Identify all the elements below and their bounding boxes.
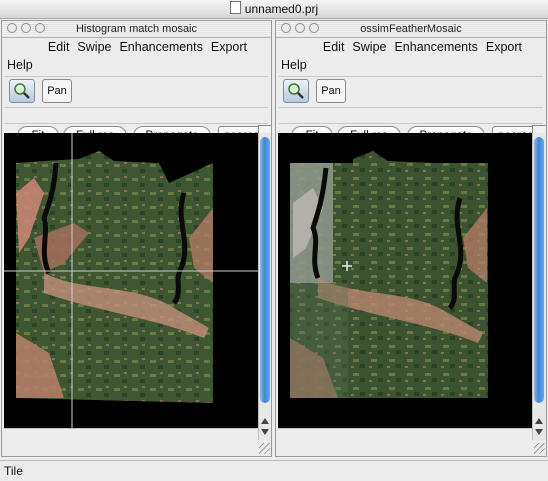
window-titlebar[interactable]: ossimFeatherMosaic: [276, 21, 546, 38]
status-bar: Tile: [0, 460, 548, 481]
scroll-thumb[interactable]: [534, 137, 544, 403]
mosaic-image: [4, 133, 258, 428]
menu-edit[interactable]: Edit: [48, 38, 70, 56]
pan-tool-button[interactable]: Pan: [42, 79, 72, 103]
vertical-scrollbar[interactable]: [258, 133, 271, 440]
zoom-window-button[interactable]: [309, 23, 319, 33]
status-text: Tile: [4, 464, 23, 478]
menu-help[interactable]: Help: [281, 57, 307, 73]
document-icon: [229, 1, 241, 14]
horizontal-scrollbar[interactable]: [278, 428, 532, 441]
window-ossim-feather-mosaic: ossimFeatherMosaic Edit Swipe Enhancemen…: [275, 20, 547, 457]
zoom-tool-button[interactable]: [283, 79, 309, 103]
resize-grip-icon[interactable]: [259, 443, 270, 454]
close-button[interactable]: [281, 23, 291, 33]
menu-export[interactable]: Export: [211, 38, 247, 56]
pan-tool-button[interactable]: Pan: [316, 79, 346, 103]
window-controls: [281, 23, 319, 33]
toolbar-tools: Pan: [5, 76, 268, 108]
zoom-window-button[interactable]: [35, 23, 45, 33]
window-controls: [7, 23, 45, 33]
app-title: unnamed0.prj: [244, 2, 319, 16]
scroll-up-icon[interactable]: [261, 418, 269, 424]
scroll-thumb[interactable]: [260, 137, 270, 403]
close-button[interactable]: [7, 23, 17, 33]
menu-help[interactable]: Help: [7, 57, 33, 73]
app-title-bar: unnamed0.prj: [0, 0, 548, 19]
scroll-up-icon[interactable]: [535, 418, 543, 424]
zoom-icon: [14, 83, 30, 99]
menu-bar: Edit Swipe Enhancements Export: [2, 38, 271, 56]
window-histogram-match-mosaic: Histogram match mosaic Edit Swipe Enhanc…: [1, 20, 272, 457]
minimize-button[interactable]: [295, 23, 305, 33]
mosaic-image: [290, 151, 488, 398]
menu-enhancements[interactable]: Enhancements: [394, 38, 477, 56]
window-titlebar[interactable]: Histogram match mosaic: [2, 21, 271, 38]
image-viewport[interactable]: [278, 133, 532, 428]
vertical-scrollbar[interactable]: [532, 133, 546, 440]
image-viewport[interactable]: [4, 133, 258, 428]
minimize-button[interactable]: [21, 23, 31, 33]
menu-swipe[interactable]: Swipe: [352, 38, 386, 56]
horizontal-scrollbar[interactable]: [4, 428, 258, 441]
resize-grip-icon[interactable]: [534, 443, 545, 454]
menu-bar: Edit Swipe Enhancements Export: [276, 38, 546, 56]
menu-swipe[interactable]: Swipe: [77, 38, 111, 56]
window-title: ossimFeatherMosaic: [360, 23, 462, 35]
menu-enhancements[interactable]: Enhancements: [119, 38, 202, 56]
menu-export[interactable]: Export: [486, 38, 522, 56]
window-title: Histogram match mosaic: [75, 23, 198, 35]
zoom-tool-button[interactable]: [9, 79, 35, 103]
zoom-icon: [288, 83, 304, 99]
menu-edit[interactable]: Edit: [323, 38, 345, 56]
scroll-down-icon[interactable]: [261, 429, 269, 435]
toolbar-tools: Pan: [279, 76, 543, 108]
scroll-down-icon[interactable]: [535, 429, 543, 435]
